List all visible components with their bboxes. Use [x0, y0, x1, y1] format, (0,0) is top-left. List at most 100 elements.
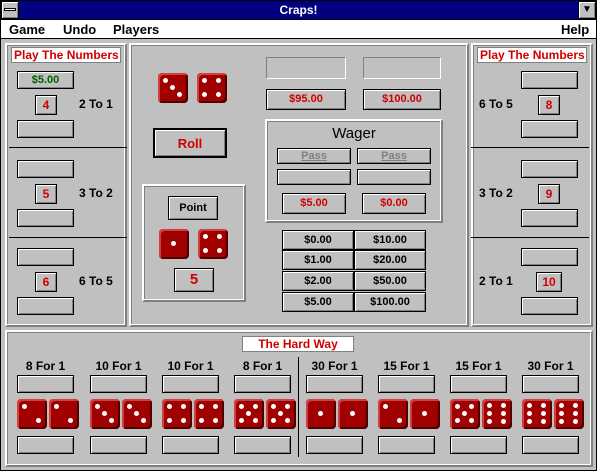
hardway-bet-button[interactable] — [90, 375, 147, 393]
left-lay-5[interactable] — [17, 209, 74, 227]
hardway-odds-label: 30 For 1 — [311, 359, 358, 373]
left-bet-5[interactable] — [17, 160, 74, 178]
odds-label: 6 To 5 — [479, 97, 513, 111]
die-pip — [285, 418, 290, 423]
divider — [9, 147, 127, 148]
minimize-icon[interactable]: ▼ — [578, 1, 596, 19]
die-pip — [54, 404, 59, 409]
die-pip — [203, 248, 208, 253]
right-lay-8[interactable] — [521, 120, 578, 138]
bankroll-player-2[interactable]: $100.00 — [363, 89, 441, 110]
chip-button[interactable]: $100.00 — [354, 292, 426, 312]
hardway-bet-button[interactable] — [306, 375, 363, 393]
hardway-bet-button[interactable] — [234, 436, 291, 454]
hardway-bet-button[interactable] — [17, 375, 74, 393]
right-lay-9[interactable] — [521, 209, 578, 227]
pass-button-1[interactable]: Pass — [277, 148, 351, 164]
dont-pass-2[interactable] — [357, 169, 431, 185]
die-pip — [487, 403, 492, 408]
menu-undo[interactable]: Undo — [63, 22, 96, 37]
chip-button[interactable]: $10.00 — [354, 230, 426, 250]
die-pip — [573, 411, 578, 416]
hardway-die-icon — [482, 399, 512, 429]
chip-button[interactable]: $20.00 — [354, 250, 426, 270]
odds-label: 3 To 2 — [479, 186, 513, 200]
die-pip — [217, 248, 222, 253]
hardway-bet-button[interactable] — [90, 436, 147, 454]
hardway-bet-button[interactable] — [450, 375, 507, 393]
hardway-die-icon — [306, 399, 336, 429]
hardway-die-icon — [338, 399, 368, 429]
menu-help[interactable]: Help — [561, 22, 589, 37]
left-lay-4[interactable] — [17, 120, 74, 138]
die-pip — [278, 411, 283, 416]
hardway-die-icon — [90, 399, 120, 429]
hardway-die-icon — [122, 399, 152, 429]
number-10[interactable]: 10 — [536, 272, 562, 292]
left-bet-6[interactable] — [17, 248, 74, 266]
die-pip — [501, 419, 506, 424]
number-6[interactable]: 6 — [35, 272, 57, 292]
number-9[interactable]: 9 — [538, 184, 560, 204]
wager-title: Wager — [332, 125, 376, 142]
number-5[interactable]: 5 — [35, 184, 57, 204]
hardway-odds-label: 10 For 1 — [95, 359, 142, 373]
number-4[interactable]: 4 — [35, 95, 57, 115]
chip-button[interactable]: $0.00 — [282, 230, 354, 250]
hardway-die-icon — [266, 399, 296, 429]
hardway-bet-button[interactable] — [306, 436, 363, 454]
bankroll-slot — [266, 57, 346, 79]
menu-game[interactable]: Game — [9, 22, 45, 37]
wager-value-1[interactable]: $5.00 — [282, 193, 346, 214]
die-pip — [422, 411, 427, 416]
right-bet-9[interactable] — [521, 160, 578, 178]
right-bet-8[interactable] — [521, 71, 578, 89]
die-pip — [171, 241, 176, 246]
die-pip — [383, 404, 388, 409]
hardway-odds-label: 8 For 1 — [242, 359, 283, 373]
die-pip — [199, 404, 204, 409]
right-lay-10[interactable] — [521, 297, 578, 315]
die-pip — [216, 92, 221, 97]
die-pip — [213, 404, 218, 409]
die-pip — [501, 411, 506, 416]
hardway-bet-button[interactable] — [522, 375, 579, 393]
hardway-bet-button[interactable] — [17, 436, 74, 454]
hardway-bet-button[interactable] — [378, 375, 435, 393]
chip-button[interactable]: $5.00 — [282, 292, 354, 312]
dont-pass-1[interactable] — [277, 169, 351, 185]
right-bet-10[interactable] — [521, 248, 578, 266]
die-pip — [239, 418, 244, 423]
hardway-bet-button[interactable] — [162, 375, 219, 393]
hardway-bet-button[interactable] — [234, 375, 291, 393]
die-pip — [36, 418, 41, 423]
wager-value-2[interactable]: $0.00 — [362, 193, 426, 214]
die-pip — [22, 404, 27, 409]
hardway-die-icon — [162, 399, 192, 429]
die-one-icon — [158, 73, 188, 103]
hardway-bet-button[interactable] — [522, 436, 579, 454]
hardway-bet-button[interactable] — [378, 436, 435, 454]
point-button[interactable]: Point — [168, 196, 218, 220]
die-pip — [239, 404, 244, 409]
menu-players[interactable]: Players — [113, 22, 159, 37]
roll-button[interactable]: Roll — [153, 128, 227, 158]
die-pip — [199, 418, 204, 423]
hardway-die-icon — [410, 399, 440, 429]
pass-button-2[interactable]: Pass — [357, 148, 431, 164]
point-value: 5 — [174, 268, 214, 292]
number-8[interactable]: 8 — [538, 95, 560, 115]
hardway-bet-button[interactable] — [162, 436, 219, 454]
left-lay-6[interactable] — [17, 297, 74, 315]
die-pip — [487, 419, 492, 424]
point-die-two-icon — [198, 229, 228, 259]
left-bet-4[interactable]: $5.00 — [17, 71, 74, 89]
die-pip — [167, 418, 172, 423]
bankroll-player-1[interactable]: $95.00 — [266, 89, 346, 110]
chip-button[interactable]: $1.00 — [282, 250, 354, 270]
die-pip — [559, 411, 564, 416]
hardway-bet-button[interactable] — [450, 436, 507, 454]
system-menu-icon[interactable] — [1, 1, 19, 19]
chip-button[interactable]: $2.00 — [282, 271, 354, 291]
chip-button[interactable]: $50.00 — [354, 271, 426, 291]
